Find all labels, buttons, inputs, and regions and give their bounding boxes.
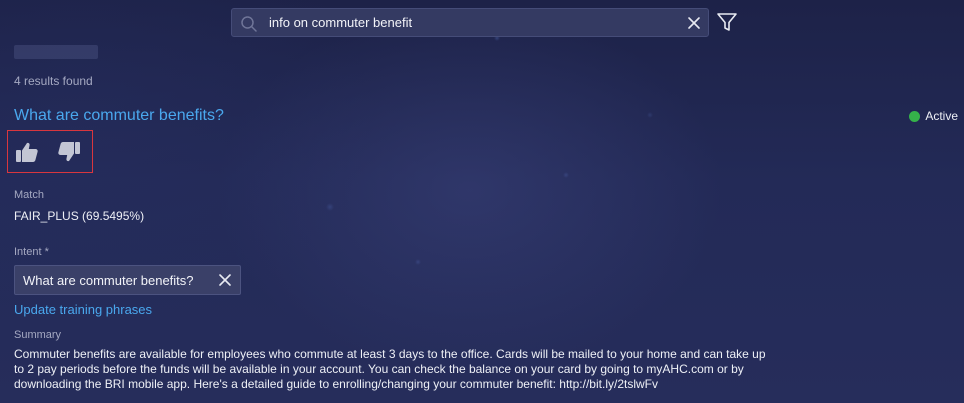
thumbs-up-icon[interactable] <box>15 140 39 164</box>
match-value: FAIR_PLUS (69.5495%) <box>14 209 145 223</box>
status-badge: Active <box>909 109 958 123</box>
blurred-header <box>14 45 98 59</box>
close-icon[interactable] <box>218 273 232 287</box>
results-count: 4 results found <box>14 74 93 88</box>
close-icon[interactable] <box>686 15 702 31</box>
summary-label: Summary <box>14 329 62 341</box>
feedback-buttons <box>7 130 93 173</box>
intent-field[interactable]: What are commuter benefits? <box>14 265 241 295</box>
thumbs-down-icon[interactable] <box>57 140 81 164</box>
match-label: Match <box>14 189 44 201</box>
status-label: Active <box>925 109 958 123</box>
search-bar[interactable] <box>231 8 709 37</box>
search-input[interactable] <box>269 9 669 36</box>
summary-text: Commuter benefits are available for empl… <box>14 347 766 391</box>
result-title-link[interactable]: What are commuter benefits? <box>14 107 224 125</box>
update-training-phrases-link[interactable]: Update training phrases <box>14 302 152 317</box>
filter-icon[interactable] <box>716 11 738 33</box>
intent-value: What are commuter benefits? <box>23 273 194 288</box>
status-dot-icon <box>909 110 921 122</box>
search-icon <box>240 15 258 33</box>
intent-label: Intent * <box>14 246 49 258</box>
